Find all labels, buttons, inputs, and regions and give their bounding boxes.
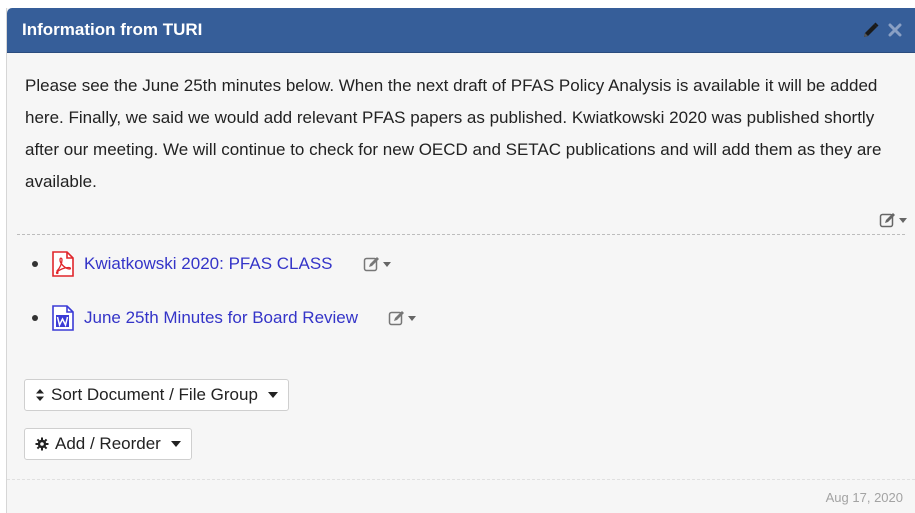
intro-text: Please see the June 25th minutes below. … [25,76,882,191]
file-link-kwiatkowski[interactable]: Kwiatkowski 2020: PFAS CLASS [84,254,333,274]
file-link-june-minutes[interactable]: June 25th Minutes for Board Review [84,308,358,328]
info-panel: Information from TURI Please see the Jun… [6,8,915,513]
panel-title: Information from TURI [22,20,203,39]
file-list: Kwiatkowski 2020: PFAS CLASS June 25th M… [7,249,915,333]
gear-icon [35,437,49,451]
sort-button-label: Sort Document / File Group [51,385,258,404]
edit-box-icon [879,213,895,228]
chevron-down-icon [170,441,181,447]
list-item: Kwiatkowski 2020: PFAS CLASS [32,249,915,279]
intro-edit-row [7,198,915,234]
close-icon[interactable] [885,20,905,40]
footer-date: Aug 17, 2020 [825,490,903,505]
bullet [32,261,38,267]
pdf-file-icon [52,251,74,277]
file-edit-dropdown[interactable] [363,256,391,272]
panel-header: Information from TURI [7,8,915,53]
bullet [32,315,38,321]
add-button-label: Add / Reorder [55,434,161,453]
edit-box-icon [388,311,405,326]
add-reorder-button[interactable]: Add / Reorder [24,428,192,460]
file-edit-dropdown[interactable] [388,310,417,326]
chevron-down-icon [899,217,907,223]
word-file-icon [52,305,74,331]
chevron-down-icon [408,315,417,321]
intro-edit-dropdown[interactable] [879,212,907,228]
list-item: June 25th Minutes for Board Review [32,303,915,333]
sort-file-group-button[interactable]: Sort Document / File Group [24,379,289,411]
chevron-down-icon [267,392,278,398]
sort-icon [36,389,44,401]
footer-divider [7,479,915,480]
edit-box-icon [363,257,379,272]
pencil-icon[interactable] [861,20,881,40]
divider [17,234,905,235]
chevron-down-icon [382,261,391,267]
